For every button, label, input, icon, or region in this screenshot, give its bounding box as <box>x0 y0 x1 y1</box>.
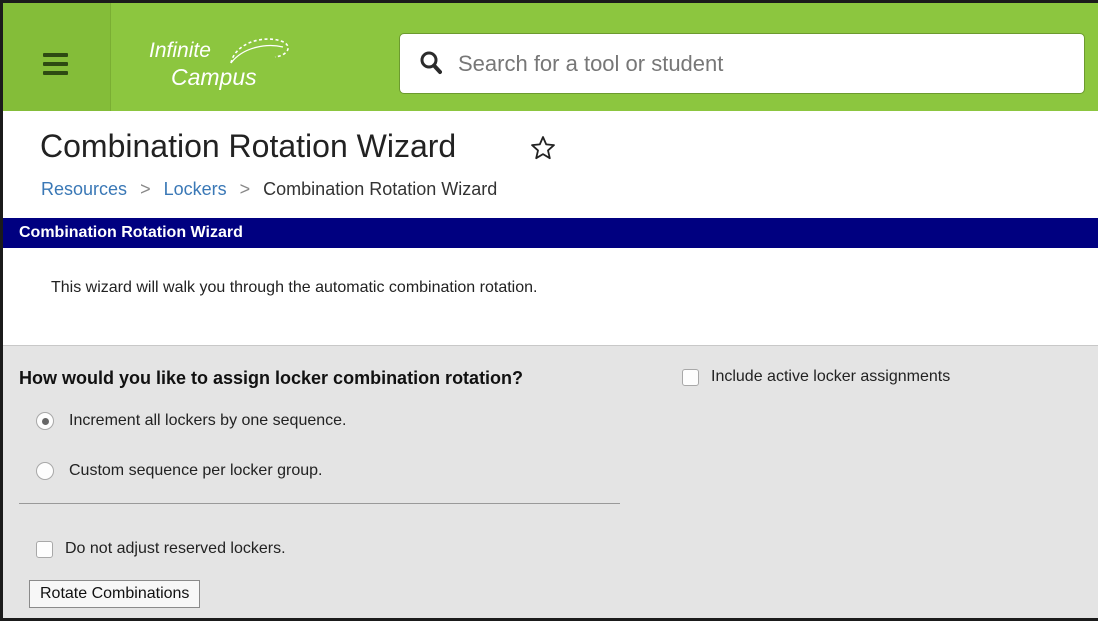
search-input[interactable] <box>458 46 1058 82</box>
infinite-campus-logo[interactable]: Infinite Campus <box>143 33 323 93</box>
reserved-lockers-label: Do not adjust reserved lockers. <box>65 540 286 557</box>
radio-option-increment[interactable]: Increment all lockers by one sequence. <box>36 410 346 432</box>
wizard-intro-text: This wizard will walk you through the au… <box>51 279 538 296</box>
increment-radio[interactable] <box>36 412 54 430</box>
app-window: Infinite Campus Combination Rotation Wiz… <box>0 0 1098 621</box>
rotate-combinations-button[interactable]: Rotate Combinations <box>29 580 201 608</box>
search-icon <box>420 51 442 74</box>
breadcrumb-current: Combination Rotation Wizard <box>263 179 498 199</box>
include-active-checkbox[interactable] <box>682 368 699 386</box>
include-active-option[interactable]: Include active locker assignments <box>682 368 950 386</box>
page-title: Combination Rotation Wizard <box>40 128 457 164</box>
logo-swoosh-icon <box>230 38 289 64</box>
custom-sequence-radio[interactable] <box>36 462 54 480</box>
wizard-form-panel: How would you like to assign locker comb… <box>3 345 1098 618</box>
breadcrumb-link-resources[interactable]: Resources <box>41 179 127 199</box>
reserved-lockers-option[interactable]: Do not adjust reserved lockers. <box>36 540 286 558</box>
reserved-lockers-checkbox[interactable] <box>36 540 53 558</box>
divider <box>19 503 620 504</box>
hamburger-menu-icon[interactable] <box>3 3 111 111</box>
breadcrumb: Resources > Lockers > Combination Rotati… <box>41 179 497 200</box>
top-navigation-bar: Infinite Campus <box>3 3 1098 111</box>
section-header: Combination Rotation Wizard <box>3 218 1098 248</box>
breadcrumb-chevron-icon: > <box>140 179 151 199</box>
section-header-title: Combination Rotation Wizard <box>19 224 243 241</box>
breadcrumb-link-lockers[interactable]: Lockers <box>164 179 227 199</box>
increment-radio-label: Increment all lockers by one sequence. <box>69 412 347 429</box>
include-active-label: Include active locker assignments <box>711 368 951 385</box>
breadcrumb-chevron-icon: > <box>239 179 251 199</box>
star-outline-icon[interactable] <box>530 135 556 161</box>
radio-option-custom[interactable]: Custom sequence per locker group. <box>36 460 322 482</box>
logo-text-top: Infinite <box>149 39 211 62</box>
search-box[interactable] <box>399 33 1085 94</box>
custom-sequence-radio-label: Custom sequence per locker group. <box>69 462 323 479</box>
rotation-question: How would you like to assign locker comb… <box>19 368 524 388</box>
